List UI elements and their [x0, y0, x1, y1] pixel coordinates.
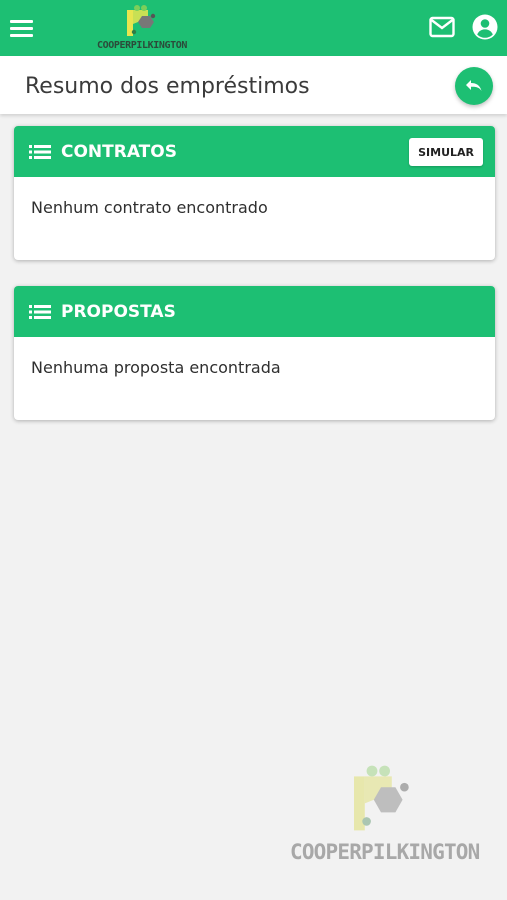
watermark-logo: COOPERPILKINGTON — [290, 760, 480, 870]
watermark-brand-name: COOPERPILKINGTON — [290, 840, 480, 864]
contratos-empty-message: Nenhum contrato encontrado — [31, 198, 268, 217]
propostas-card-body: Nenhuma proposta encontrada — [14, 337, 495, 420]
contratos-card-header: CONTRATOS SIMULAR — [14, 126, 495, 177]
propostas-card-header: PROPOSTAS — [14, 286, 495, 337]
propostas-empty-message: Nenhuma proposta encontrada — [31, 358, 281, 377]
list-icon — [29, 145, 51, 159]
brand-name: COOPERPILKINGTON — [97, 40, 187, 51]
propostas-card: PROPOSTAS Nenhuma proposta encontrada — [14, 286, 495, 420]
app-bar: COOPERPILKINGTON — [0, 0, 507, 56]
hamburger-menu-icon — [10, 19, 33, 23]
menu-button[interactable] — [10, 14, 34, 42]
propostas-title: PROPOSTAS — [61, 302, 176, 322]
account-button[interactable] — [472, 14, 498, 40]
contratos-card: CONTRATOS SIMULAR Nenhum contrato encont… — [14, 126, 495, 260]
contratos-card-body: Nenhum contrato encontrado — [14, 177, 495, 260]
brand-logo: COOPERPILKINGTON — [96, 2, 188, 54]
page-header: Resumo dos empréstimos — [0, 56, 507, 114]
undo-arrow-icon — [466, 80, 482, 91]
logo-mark-icon — [127, 5, 156, 36]
mail-button[interactable] — [429, 16, 455, 38]
back-button[interactable] — [455, 67, 493, 105]
mail-icon — [429, 16, 455, 38]
contratos-title: CONTRATOS — [61, 142, 177, 162]
list-icon — [29, 305, 51, 319]
account-circle-icon — [472, 14, 498, 40]
logo-mark-icon — [354, 765, 409, 831]
simular-button[interactable]: SIMULAR — [409, 138, 483, 166]
page-title: Resumo dos empréstimos — [25, 74, 310, 99]
